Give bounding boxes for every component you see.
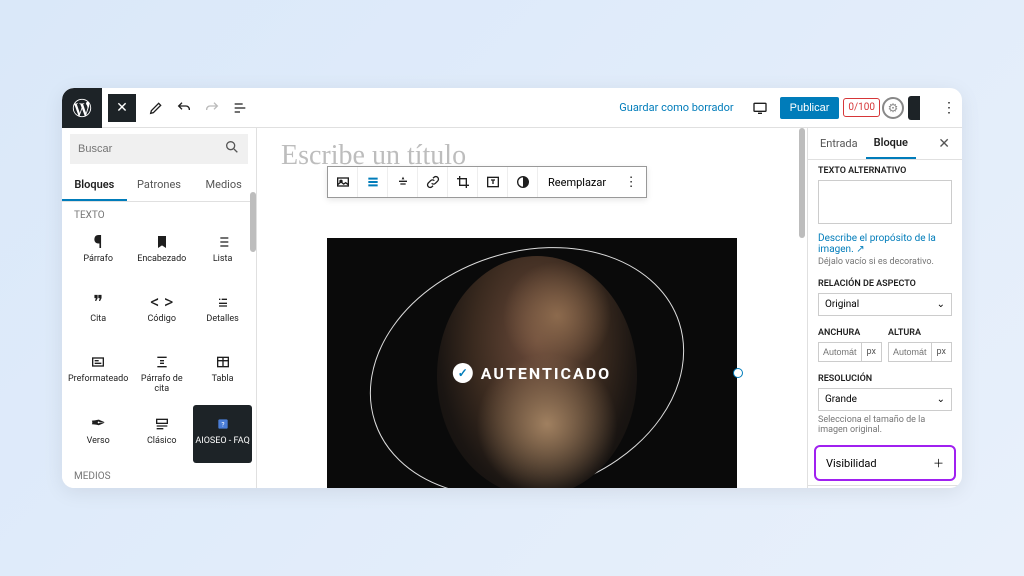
- tab-patterns[interactable]: Patrones: [127, 170, 192, 201]
- align-icon[interactable]: [358, 167, 388, 197]
- visibility-panel[interactable]: Visibilidad ＋: [814, 445, 956, 481]
- list-icon: [215, 231, 231, 253]
- authenticated-badge: ✓ AUTENTICADO: [453, 363, 611, 383]
- save-draft-link[interactable]: Guardar como borrador: [609, 101, 743, 114]
- aspect-ratio-label: RELACIÓN DE ASPECTO: [818, 279, 952, 289]
- redo-icon[interactable]: [198, 88, 226, 128]
- block-list[interactable]: Lista: [193, 223, 252, 281]
- verse-icon: ✒: [91, 413, 106, 435]
- block-paragraph[interactable]: ¶Párrafo: [66, 223, 130, 281]
- settings-sidebar: Entrada Bloque ✕ TEXTO ALTERNATIVO Descr…: [807, 128, 962, 488]
- details-icon: [215, 291, 231, 313]
- width-unit[interactable]: px: [861, 343, 881, 361]
- sidebar-tabs: Entrada Bloque ✕: [808, 128, 962, 160]
- inserter-search[interactable]: [70, 134, 248, 164]
- width-label: ANCHURA: [818, 328, 882, 338]
- category-media-label: MEDIOS: [62, 463, 256, 484]
- topbar: ✕ Guardar como borrador Publicar 0/100 ⚙…: [62, 88, 962, 128]
- block-toolbar: Reemplazar ⋮: [327, 166, 647, 198]
- tab-post[interactable]: Entrada: [812, 129, 866, 158]
- block-table[interactable]: Tabla: [193, 343, 252, 403]
- editor-frame: ✕ Guardar como borrador Publicar 0/100 ⚙…: [62, 88, 962, 488]
- block-quote[interactable]: ❞Cita: [66, 283, 130, 341]
- settings-panel-toggle[interactable]: [908, 96, 932, 120]
- editor-canvas[interactable]: Escribe un título Reemplazar ⋮ ✓ AUTENTI…: [257, 128, 807, 488]
- chevron-down-icon: ⌄: [937, 299, 945, 310]
- crop-icon[interactable]: [448, 167, 478, 197]
- block-preformatted[interactable]: Preformateado: [66, 343, 130, 403]
- undo-icon[interactable]: [170, 88, 198, 128]
- caption-icon[interactable]: [388, 167, 418, 197]
- plus-icon: ＋: [933, 455, 944, 471]
- width-input-group[interactable]: px: [818, 342, 882, 362]
- close-inserter-button[interactable]: ✕: [108, 94, 136, 122]
- block-pullquote[interactable]: Párrafo de cita: [132, 343, 191, 403]
- tab-block[interactable]: Bloque: [866, 128, 916, 159]
- replace-button[interactable]: Reemplazar: [538, 167, 616, 197]
- publish-button[interactable]: Publicar: [780, 97, 840, 119]
- aspect-ratio-select[interactable]: Original ⌄: [818, 293, 952, 316]
- badge-text: AUTENTICADO: [481, 364, 611, 383]
- pullquote-icon: [154, 351, 170, 373]
- tab-media[interactable]: Medios: [191, 170, 256, 201]
- canvas-scrollbar[interactable]: [799, 128, 805, 238]
- seo-score-badge[interactable]: 0/100: [843, 98, 880, 117]
- block-heading[interactable]: Encabezado: [132, 223, 191, 281]
- verified-check-icon: ✓: [453, 363, 473, 383]
- category-text-label: TEXTO: [62, 202, 256, 223]
- resolution-select[interactable]: Grande ⌄: [818, 388, 952, 411]
- text-overlay-icon[interactable]: [478, 167, 508, 197]
- alt-help-link[interactable]: Describe el propósito de la imagen. ↗: [818, 233, 952, 255]
- resize-handle-right[interactable]: [733, 368, 743, 378]
- classic-icon: [154, 413, 170, 435]
- paragraph-icon: ¶: [94, 231, 103, 253]
- block-code[interactable]: < >Código: [132, 283, 191, 341]
- alt-text-input[interactable]: [818, 180, 952, 224]
- table-icon: [215, 351, 231, 373]
- preview-icon[interactable]: [746, 94, 774, 122]
- edit-mode-icon[interactable]: [142, 88, 170, 128]
- block-details[interactable]: Detalles: [193, 283, 252, 341]
- alt-help-text: Déjalo vacío si es decorativo.: [818, 257, 952, 267]
- height-unit[interactable]: px: [931, 343, 951, 361]
- editor-body: Bloques Patrones Medios TEXTO ¶Párrafo E…: [62, 128, 962, 488]
- seo-settings-icon[interactable]: ⚙: [882, 97, 904, 119]
- height-input[interactable]: [889, 343, 931, 361]
- close-sidebar-icon[interactable]: ✕: [930, 132, 958, 156]
- inserter-scrollbar[interactable]: [250, 192, 256, 252]
- block-classic[interactable]: Clásico: [132, 405, 191, 463]
- tab-blocks[interactable]: Bloques: [62, 170, 127, 201]
- block-type-icon[interactable]: [328, 167, 358, 197]
- block-aioseo-faq[interactable]: ?AIOSEO - FAQ: [193, 405, 252, 463]
- resolution-help: Selecciona el tamaño de la imagen origin…: [818, 415, 952, 435]
- faq-icon: ?: [215, 413, 231, 435]
- duotone-icon[interactable]: [508, 167, 538, 197]
- block-more-icon[interactable]: ⋮: [616, 167, 646, 197]
- height-label: ALTURA: [888, 328, 952, 338]
- preformatted-icon: [90, 351, 106, 373]
- inserter-tabs: Bloques Patrones Medios: [62, 170, 256, 202]
- alt-text-label: TEXTO ALTERNATIVO: [818, 166, 952, 176]
- search-icon: [224, 139, 240, 159]
- chevron-down-icon: ⌄: [937, 394, 945, 405]
- inserter-search-input[interactable]: [78, 143, 224, 155]
- block-verse[interactable]: ✒Verso: [66, 405, 130, 463]
- width-input[interactable]: [819, 343, 861, 361]
- resolution-label: RESOLUCIÓN: [818, 374, 952, 384]
- more-options-icon[interactable]: ⋮: [936, 100, 962, 116]
- svg-text:?: ?: [221, 420, 224, 428]
- advanced-panel[interactable]: Avanzado ⌄: [808, 485, 962, 488]
- block-grid: ¶Párrafo Encabezado Lista ❞Cita < >Códig…: [62, 223, 256, 463]
- bookmark-icon: [154, 231, 170, 253]
- quote-icon: ❞: [93, 291, 103, 313]
- code-icon: < >: [150, 291, 173, 313]
- height-input-group[interactable]: px: [888, 342, 952, 362]
- document-outline-icon[interactable]: [226, 88, 254, 128]
- image-block[interactable]: ✓ AUTENTICADO: [327, 238, 737, 488]
- wordpress-logo[interactable]: [62, 88, 102, 128]
- block-inserter-panel: Bloques Patrones Medios TEXTO ¶Párrafo E…: [62, 128, 257, 488]
- link-icon[interactable]: [418, 167, 448, 197]
